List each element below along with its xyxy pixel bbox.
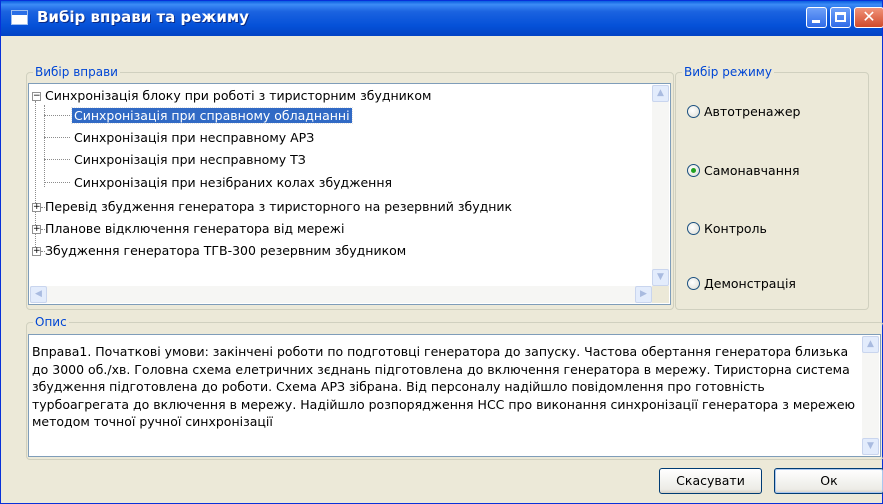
tree-item-sync-faulty-arz[interactable]: Синхронізація при несправному АРЗ: [74, 129, 314, 147]
exercise-tree[interactable]: − Синхронізація блоку при роботі з тирис…: [28, 83, 671, 305]
tree-connector-line: [44, 115, 70, 116]
scroll-up-icon[interactable]: ▲: [652, 85, 669, 102]
close-icon: ✕: [862, 7, 876, 26]
dialog-window: Вибір вправи та режиму ✕ Вибір вправи − …: [0, 0, 883, 504]
window-app-icon: [11, 10, 28, 25]
ok-button[interactable]: Ок: [774, 468, 883, 494]
maximize-button[interactable]: [830, 7, 851, 28]
expand-toggle-icon[interactable]: +: [32, 225, 41, 234]
tree-item-sync-ok-equipment[interactable]: Синхронізація при справному обладнанні: [71, 107, 353, 125]
tree-connector-line: [44, 182, 70, 183]
radio-unchecked-icon[interactable]: [687, 222, 700, 235]
radio-unchecked-icon[interactable]: [687, 277, 700, 290]
title-bar[interactable]: Вибір вправи та режиму ✕: [1, 1, 883, 36]
description-text: Вправа1. Початкові умови: закінчені робо…: [32, 344, 856, 429]
radio-checked-icon[interactable]: [687, 164, 700, 177]
scroll-up-icon[interactable]: ▲: [862, 336, 879, 353]
tree-connector-line: [44, 159, 70, 160]
minimize-button[interactable]: [806, 7, 827, 28]
scroll-left-icon[interactable]: ◀: [30, 286, 47, 303]
window-title: Вибір вправи та режиму: [37, 8, 249, 26]
scrollbar-corner: [652, 286, 669, 303]
expand-toggle-icon[interactable]: +: [32, 247, 41, 256]
radio-unchecked-icon[interactable]: [687, 105, 700, 118]
mode-group-legend: Вибір режиму: [684, 65, 772, 79]
tree-horizontal-scrollbar[interactable]: ◀ ▶: [30, 286, 652, 303]
scroll-down-icon[interactable]: ▼: [862, 438, 879, 455]
collapse-toggle-icon[interactable]: −: [32, 92, 41, 101]
description-group-legend: Опис: [35, 315, 67, 329]
exercise-group-legend: Вибір вправи: [35, 65, 118, 79]
tree-item-sync-thyristor[interactable]: Синхронізація блоку при роботі з тиристо…: [45, 87, 431, 105]
tree-item-planned-disconnect[interactable]: Планове відключення генератора від мереж…: [45, 220, 345, 238]
tree-connector-line: [44, 105, 45, 187]
tree-item-sync-unassembled[interactable]: Синхронізація при незібраних колах збудж…: [74, 174, 392, 192]
expand-toggle-icon[interactable]: +: [32, 203, 41, 212]
mode-group: Вибір режиму: [675, 65, 869, 310]
tree-item-selected-label: Синхронізація при справному обладнанні: [71, 107, 353, 124]
scroll-down-icon[interactable]: ▼: [652, 269, 669, 286]
tree-item-tgv300-excitation[interactable]: Збудження генератора ТГВ-300 резервним з…: [45, 242, 406, 260]
scroll-right-icon[interactable]: ▶: [635, 286, 652, 303]
tree-connector-line: [44, 137, 70, 138]
maximize-icon: [835, 12, 846, 22]
cancel-button[interactable]: Скасувати: [659, 468, 762, 494]
minimize-icon: [812, 20, 820, 23]
tree-item-sync-faulty-tz[interactable]: Синхронізація при несправному ТЗ: [74, 151, 306, 169]
tree-item-excitation-transfer[interactable]: Перевід збудження генератора з тиристорн…: [45, 198, 512, 216]
description-vertical-scrollbar[interactable]: ▲ ▼: [862, 336, 879, 455]
close-button[interactable]: ✕: [854, 7, 883, 28]
description-textbox[interactable]: Вправа1. Початкові умови: закінчені робо…: [28, 334, 881, 457]
tree-vertical-scrollbar[interactable]: ▲ ▼: [652, 85, 669, 286]
